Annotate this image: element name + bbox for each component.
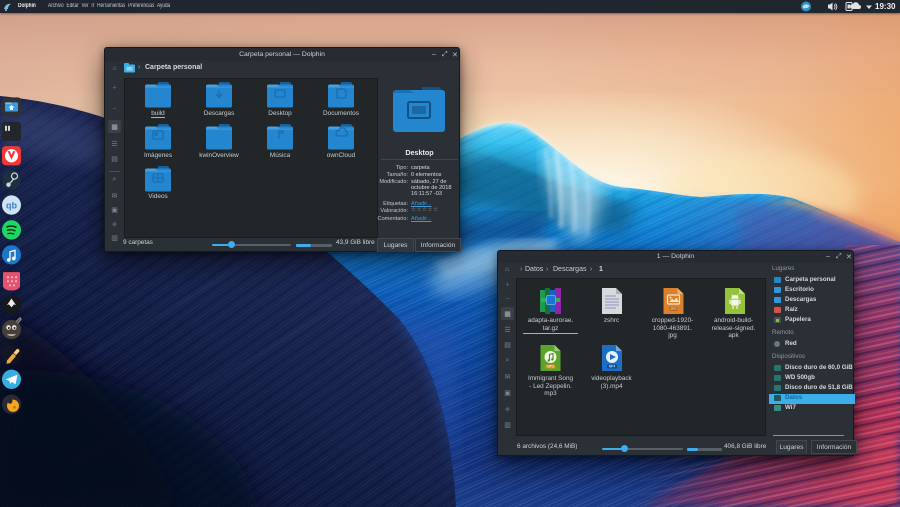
svg-text:JPG: JPG <box>670 307 677 311</box>
svg-text:MP4: MP4 <box>609 365 616 369</box>
svg-text:MP3: MP3 <box>547 365 554 369</box>
svg-text:qb: qb <box>6 201 17 211</box>
